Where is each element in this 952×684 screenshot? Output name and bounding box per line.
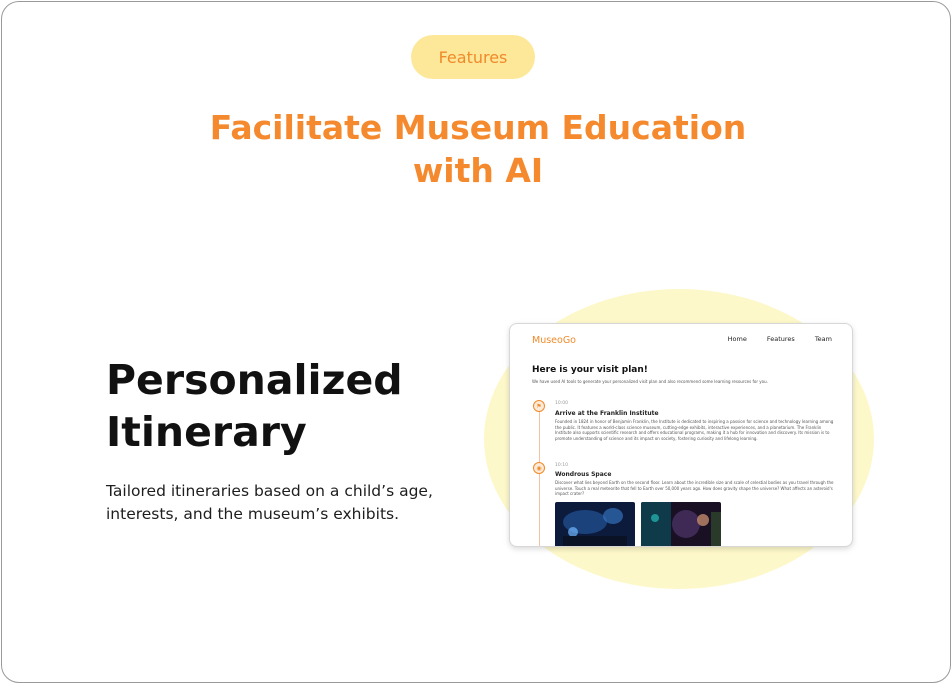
mockup-nav-team: Team: [814, 335, 832, 343]
pin-icon: ◉: [533, 462, 545, 474]
section-heading-line1: Facilitate Museum Education: [209, 108, 747, 147]
feature-description: Tailored itineraries based on a child’s …: [106, 480, 466, 526]
mockup-subtitle: We have used AI tools to generate your p…: [532, 379, 768, 384]
timeline-time: 10:00: [555, 401, 568, 406]
timeline-stop-name: Arrive at the Franklin Institute: [555, 410, 659, 417]
section-heading: Facilitate Museum Education with AI: [178, 106, 778, 192]
section-heading-line2: with AI: [412, 151, 544, 190]
feature-title: Personalized Itinerary: [106, 354, 446, 458]
timeline-stop-text: Founded in 1824 in honor of Benjamin Fra…: [555, 419, 834, 441]
feature-title-line1: Personalized: [106, 356, 403, 404]
mockup-title: Here is your visit plan!: [532, 365, 648, 375]
feature-description-line1: Tailored itineraries based on a child’s …: [106, 482, 433, 500]
timeline-line: [539, 406, 540, 546]
feature-title-line2: Itinerary: [106, 408, 307, 456]
exhibit-photo: [641, 502, 721, 546]
exhibit-photo: [555, 502, 635, 546]
timeline-stop-text: Discover what lies beyond Earth on the s…: [555, 480, 834, 497]
features-badge-label: Features: [438, 47, 508, 67]
app-mockup: MuseoGo Home Features Team Here is your …: [509, 323, 853, 547]
page-frame: Features Facilitate Museum Education wit…: [1, 1, 951, 683]
mockup-nav: Home Features Team: [728, 335, 832, 343]
feature-description-line2: interests, and the museum’s exhibits.: [106, 505, 400, 523]
mockup-nav-features: Features: [766, 335, 795, 343]
flag-icon: ⚑: [533, 400, 545, 412]
features-badge: Features: [411, 35, 535, 79]
mockup-logo: MuseoGo: [532, 335, 576, 346]
timeline-time: 10:10: [555, 463, 568, 468]
mockup-nav-home: Home: [727, 335, 747, 343]
timeline-stop-name: Wondrous Space: [555, 471, 612, 478]
